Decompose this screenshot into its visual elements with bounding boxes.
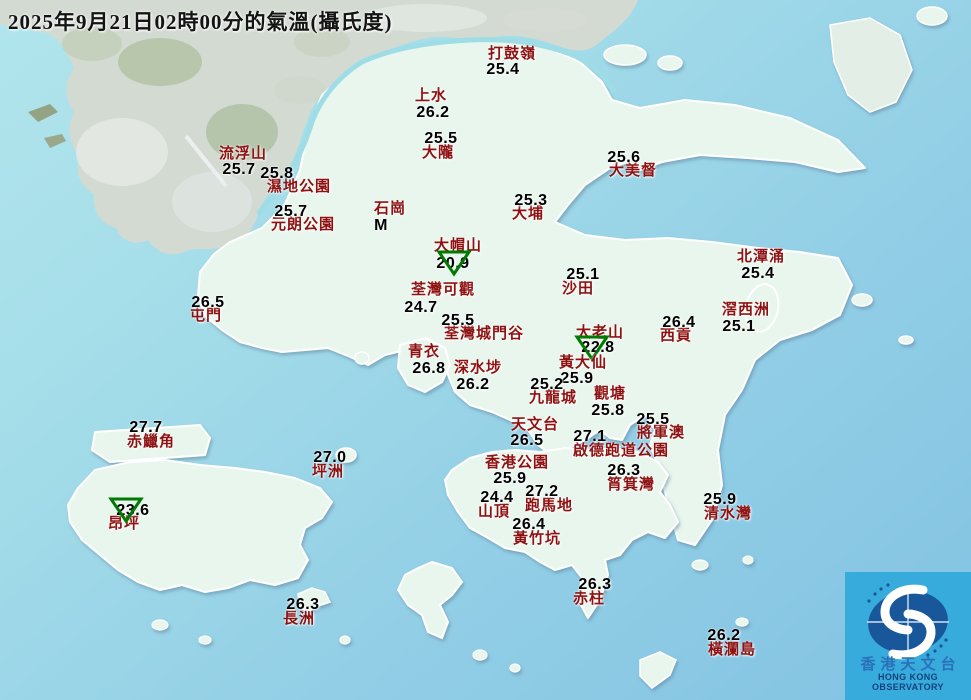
station-temperature: 26.8	[412, 361, 445, 377]
station-name: 大帽山	[434, 239, 482, 254]
station-name: 大隴	[422, 146, 454, 161]
station-name: 沙田	[562, 282, 594, 297]
station-name: 跑馬地	[525, 499, 573, 514]
station-temperature: 22.8	[581, 340, 614, 356]
station-temperature: 26.3	[578, 577, 611, 593]
station-name: 北潭涌	[737, 250, 785, 265]
station-temperature: 25.2	[530, 377, 563, 393]
station-temperature: 25.5	[441, 313, 474, 329]
station-temperature: 26.4	[662, 315, 695, 331]
station-temperature: 25.9	[703, 492, 736, 508]
station-name: 西貢	[660, 329, 692, 344]
station-name: 屯門	[190, 309, 222, 324]
station-temperature: 25.8	[260, 166, 293, 182]
hko-logo-english: HONG KONG OBSERVATORY	[845, 672, 971, 692]
station-name: 黃竹坑	[513, 532, 561, 547]
station-name: 濕地公園	[267, 180, 331, 195]
station-name: 深水埗	[454, 361, 502, 376]
station-temperature: 25.8	[591, 403, 624, 419]
station-temperature: 23.6	[116, 503, 149, 519]
station-temperature: 24.7	[404, 300, 437, 316]
station-temperature: 26.3	[607, 463, 640, 479]
station-temperature: 26.3	[286, 597, 319, 613]
station-temperature: 25.5	[636, 412, 669, 428]
station-name: 坪洲	[312, 465, 344, 480]
station-name: 長洲	[283, 612, 315, 627]
station-temperature: 25.5	[424, 131, 457, 147]
station-name: 大美督	[609, 164, 657, 179]
station-name: 滘西洲	[722, 303, 770, 318]
station-name: 石崗	[374, 202, 406, 217]
station-temperature: 25.9	[493, 471, 526, 487]
station-name: 青衣	[408, 345, 440, 360]
station-temperature: 26.2	[456, 377, 489, 393]
station-temperature: 26.2	[416, 105, 449, 121]
station-name: 昂坪	[108, 517, 140, 532]
station-name: 打鼓嶺	[488, 47, 536, 62]
station-temperature: 25.7	[222, 162, 255, 178]
station-temperature: 27.2	[525, 484, 558, 500]
station-temperature: 27.1	[573, 429, 606, 445]
station-labels-layer: 打鼓嶺25.4上水26.2大隴25.5流浮山25.7濕地公園25.8元朗公園25…	[0, 0, 971, 700]
station-name: 天文台	[511, 418, 559, 433]
hko-logo-chinese: 香港天文台	[845, 653, 971, 674]
station-name: 上水	[415, 89, 447, 104]
station-name: 筲箕灣	[607, 478, 655, 493]
station-name: 將軍澳	[637, 426, 685, 441]
station-temperature: M	[374, 218, 388, 234]
station-name: 啟德跑道公園	[573, 444, 669, 459]
station-name: 荃灣城門谷	[444, 327, 524, 342]
station-name: 流浮山	[219, 147, 267, 162]
station-temperature: 27.7	[129, 420, 162, 436]
station-temperature: 25.4	[741, 266, 774, 282]
station-name: 清水灣	[704, 507, 752, 522]
station-temperature: 25.1	[722, 319, 755, 335]
station-name: 觀塘	[594, 387, 626, 402]
station-name: 山頂	[478, 505, 510, 520]
station-name: 大埔	[512, 207, 544, 222]
station-temperature: 25.9	[560, 371, 593, 387]
station-temperature: 26.5	[510, 433, 543, 449]
station-temperature: 25.3	[514, 193, 547, 209]
station-temperature: 25.1	[566, 267, 599, 283]
station-temperature: 26.4	[512, 517, 545, 533]
hko-logo: 香港天文台 HONG KONG OBSERVATORY	[845, 572, 971, 700]
station-name: 元朗公園	[271, 218, 335, 233]
station-temperature: 27.0	[313, 450, 346, 466]
station-temperature: 25.6	[607, 150, 640, 166]
station-name: 黃大仙	[559, 356, 607, 371]
station-temperature: 20.9	[436, 256, 469, 272]
station-name: 香港公園	[485, 456, 549, 471]
station-temperature: 26.2	[707, 628, 740, 644]
station-temperature: 26.5	[191, 295, 224, 311]
station-temperature: 25.4	[486, 62, 519, 78]
station-name: 赤鱲角	[127, 435, 175, 450]
station-name: 九龍城	[529, 391, 577, 406]
station-name: 荃灣可觀	[411, 283, 475, 298]
station-name: 橫瀾島	[708, 643, 756, 658]
station-temperature: 25.7	[274, 204, 307, 220]
station-name: 赤柱	[573, 592, 605, 607]
station-temperature: 24.4	[480, 490, 513, 506]
temperature-map: 2025年9月21日02時00分的氣溫(攝氏度) 打鼓嶺25.4上水26.2大隴…	[0, 0, 971, 700]
